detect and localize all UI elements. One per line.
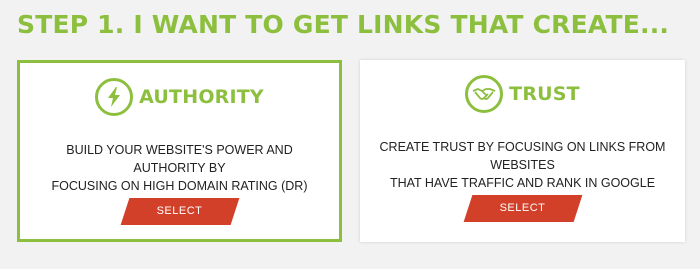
card-title: TRUST — [509, 83, 580, 105]
authority-option-card[interactable]: AUTHORITY BUILD YOUR WEBSITE'S POWER AND… — [17, 60, 342, 242]
select-trust-button[interactable]: SELECT — [463, 195, 582, 222]
card-header: AUTHORITY — [20, 78, 339, 116]
card-title: AUTHORITY — [139, 86, 264, 108]
select-authority-button[interactable]: SELECT — [120, 198, 239, 225]
card-description: CREATE TRUST BY FOCUSING ON LINKS FROM W… — [379, 140, 666, 190]
button-label: SELECT — [156, 205, 203, 217]
lightning-bolt-icon — [95, 78, 134, 116]
button-label: SELECT — [499, 202, 546, 214]
page-heading: STEP 1. I WANT TO GET LINKS THAT CREATE.… — [17, 10, 670, 39]
handshake-icon — [465, 75, 504, 113]
card-header: TRUST — [360, 75, 685, 113]
trust-option-card[interactable]: TRUST CREATE TRUST BY FOCUSING ON LINKS … — [360, 60, 685, 242]
